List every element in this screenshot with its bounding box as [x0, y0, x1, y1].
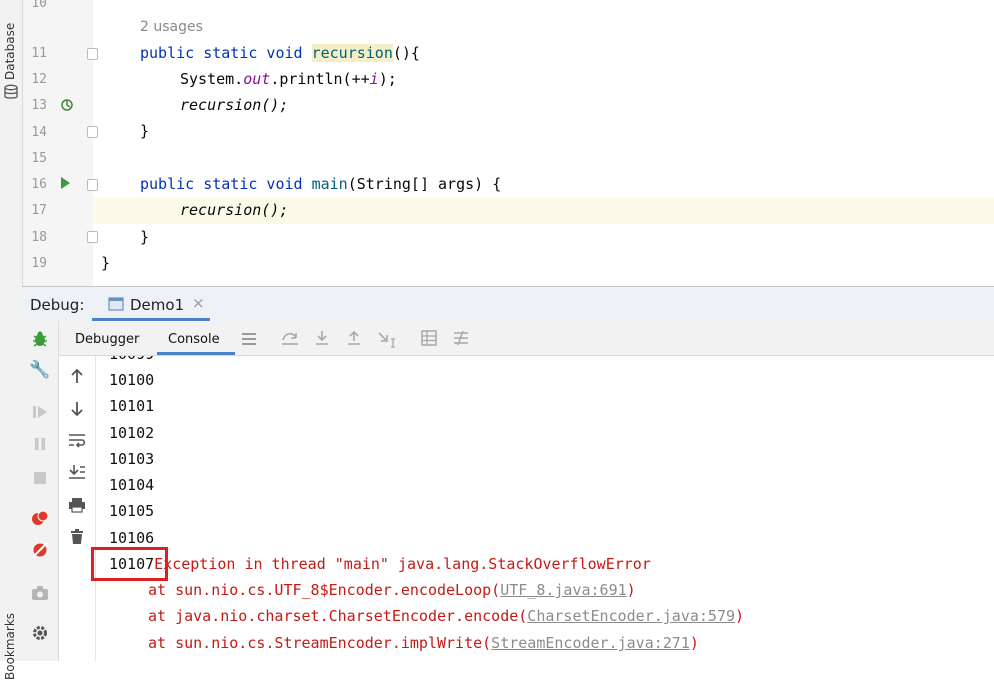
debug-tool-window-header: Debug: Demo1 × [22, 286, 994, 322]
current-line-highlight [23, 198, 994, 224]
stop-icon[interactable] [33, 471, 47, 485]
step-into-icon[interactable] [314, 330, 330, 346]
bug-icon[interactable] [31, 330, 49, 348]
code-line-11: public static void recursion(){ [140, 44, 420, 62]
code-line-14: } [140, 122, 150, 140]
console-line: 10106 [109, 529, 155, 547]
source-link[interactable]: StreamEncoder.java:271 [491, 634, 690, 652]
run-icon[interactable] [59, 176, 71, 190]
fold-marker[interactable] [87, 126, 98, 138]
mute-breakpoints-icon[interactable] [31, 541, 49, 559]
stack-frame: at sun.nio.cs.UTF_8$Encoder.encodeLoop(U… [148, 581, 636, 599]
line-number: 15 [31, 151, 47, 166]
line-number: 10 [31, 0, 47, 11]
console-line: 10101 [109, 397, 155, 415]
exception-message: Exception in thread "main" java.lang.Sta… [154, 555, 651, 573]
resume-icon[interactable] [32, 405, 48, 419]
stack-frame: at sun.nio.cs.StreamEncoder.implWrite(St… [148, 634, 699, 652]
code-editor[interactable]: 10 2 usages 11 public static void recurs… [23, 0, 994, 286]
console-line: 10100 [109, 371, 155, 389]
console-line: 10104 [109, 476, 155, 494]
debug-subtabs-bar: Debugger Console [59, 321, 994, 356]
code-line-12: System.out.println(++i); [180, 70, 397, 88]
step-over-icon[interactable] [281, 330, 299, 346]
code-line-18: } [140, 228, 150, 246]
soft-wrap-icon[interactable] [68, 433, 86, 449]
line-number: 13 [31, 98, 47, 113]
database-icon[interactable] [3, 84, 19, 100]
fold-marker[interactable] [87, 179, 98, 191]
database-tool-label[interactable]: Database [3, 23, 17, 80]
menu-lines-icon[interactable] [241, 332, 257, 346]
usages-hint[interactable]: 2 usages [140, 19, 203, 35]
trace-icon[interactable] [453, 330, 469, 346]
source-link[interactable]: UTF_8.java:691 [500, 581, 626, 599]
recursive-call-icon[interactable] [60, 98, 74, 112]
camera-icon[interactable] [31, 585, 49, 601]
print-icon[interactable] [68, 497, 86, 513]
exception-line: 10107Exception in thread "main" java.lan… [109, 555, 651, 573]
console-line: 10103 [109, 450, 155, 468]
console-line: 10102 [109, 424, 155, 442]
debug-actions-strip: 🔧 [22, 321, 59, 661]
arrow-up-icon[interactable] [69, 368, 85, 384]
line-number: 12 [31, 72, 47, 87]
line-number: 19 [31, 256, 47, 271]
trash-icon[interactable] [70, 529, 84, 545]
console-line: 10099 [109, 356, 154, 363]
tab-console[interactable]: Console [157, 321, 235, 355]
code-line-13: recursion(); [180, 96, 289, 114]
line-number: 11 [31, 46, 47, 61]
line-number: 17 [31, 203, 47, 218]
fold-marker[interactable] [87, 231, 98, 243]
wrench-icon[interactable]: 🔧 [29, 359, 51, 381]
console-line: 10105 [109, 502, 155, 520]
line-number: 16 [31, 177, 47, 192]
code-line-19: } [101, 254, 111, 272]
stack-frame: at java.nio.charset.CharsetEncoder.encod… [148, 607, 745, 625]
scroll-to-end-icon[interactable] [68, 464, 86, 480]
code-line-17: recursion(); [180, 201, 289, 219]
tab-debugger[interactable]: Debugger [75, 332, 139, 347]
step-out-icon[interactable] [346, 330, 362, 346]
run-to-cursor-icon[interactable] [377, 330, 397, 348]
pause-icon[interactable] [33, 437, 47, 451]
line-number: 14 [31, 125, 47, 140]
view-breakpoints-icon[interactable] [31, 509, 49, 527]
highlight-annotation-box [91, 547, 168, 581]
console-actions-strip [59, 356, 96, 661]
arrow-down-icon[interactable] [69, 401, 85, 417]
settings-gear-icon[interactable] [31, 624, 49, 642]
debug-title: Debug: [30, 296, 85, 314]
debug-session-tab[interactable]: Demo1 × [92, 287, 210, 321]
evaluate-expression-icon[interactable] [421, 330, 437, 346]
close-icon[interactable]: × [192, 294, 205, 312]
bookmarks-tool-label[interactable]: Bookmarks [3, 613, 17, 680]
tab-console-label: Console [168, 332, 220, 347]
window-icon [108, 297, 124, 311]
left-tool-strip: Database Bookmarks [0, 0, 23, 680]
session-tab-label: Demo1 [130, 296, 185, 314]
source-link[interactable]: CharsetEncoder.java:579 [527, 607, 735, 625]
console-output[interactable]: 10099 10100 10101 10102 10103 10104 1010… [96, 356, 994, 661]
fold-marker[interactable] [87, 48, 98, 60]
line-number: 18 [31, 230, 47, 245]
code-line-16: public static void main(String[] args) { [140, 175, 502, 193]
